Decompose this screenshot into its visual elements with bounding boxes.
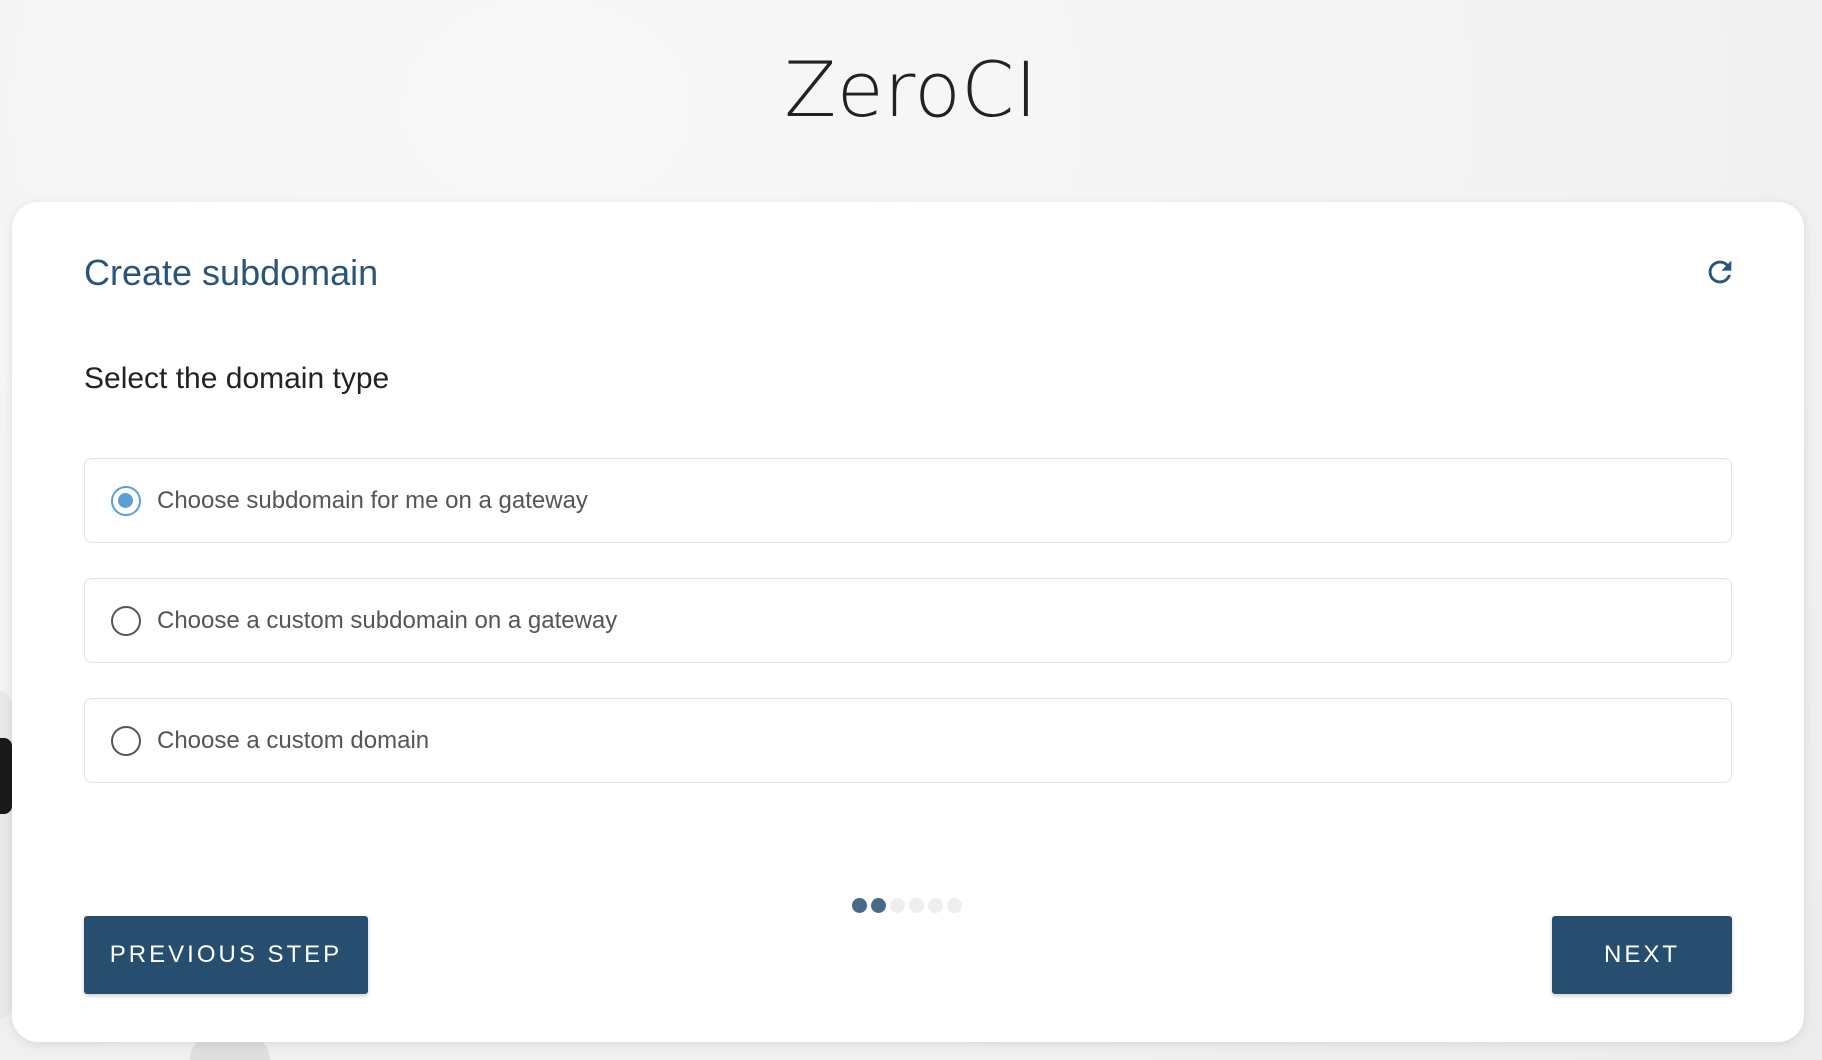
- step-dot: [928, 898, 943, 913]
- option-custom-domain[interactable]: Choose a custom domain: [84, 698, 1732, 783]
- refresh-button[interactable]: [1700, 252, 1740, 292]
- wizard-card: Create subdomain Select the domain type …: [12, 202, 1804, 1042]
- option-label: Choose a custom subdomain on a gateway: [157, 606, 618, 634]
- step-dot: [909, 898, 924, 913]
- background-decoration: [0, 738, 12, 814]
- step-dot: [852, 898, 867, 913]
- option-custom-subdomain[interactable]: Choose a custom subdomain on a gateway: [84, 578, 1732, 663]
- next-button[interactable]: NEXT: [1552, 916, 1732, 994]
- refresh-icon: [1708, 260, 1732, 284]
- radio-button[interactable]: [111, 485, 141, 516]
- step-dot: [890, 898, 905, 913]
- option-gateway-subdomain[interactable]: Choose subdomain for me on a gateway: [84, 458, 1732, 543]
- radio-button[interactable]: [111, 725, 141, 756]
- wizard-title: Create subdomain: [84, 252, 379, 293]
- domain-type-question: Select the domain type: [84, 362, 390, 395]
- domain-type-options: Choose subdomain for me on a gateway Cho…: [84, 458, 1732, 818]
- radio-button[interactable]: [111, 605, 141, 636]
- step-dot: [947, 898, 962, 913]
- app-title: ZeroCI: [784, 45, 1038, 134]
- previous-step-button[interactable]: PREVIOUS STEP: [84, 916, 368, 994]
- option-label: Choose subdomain for me on a gateway: [157, 486, 588, 514]
- step-progress: [852, 898, 962, 913]
- step-dot: [871, 898, 886, 913]
- option-label: Choose a custom domain: [157, 726, 430, 754]
